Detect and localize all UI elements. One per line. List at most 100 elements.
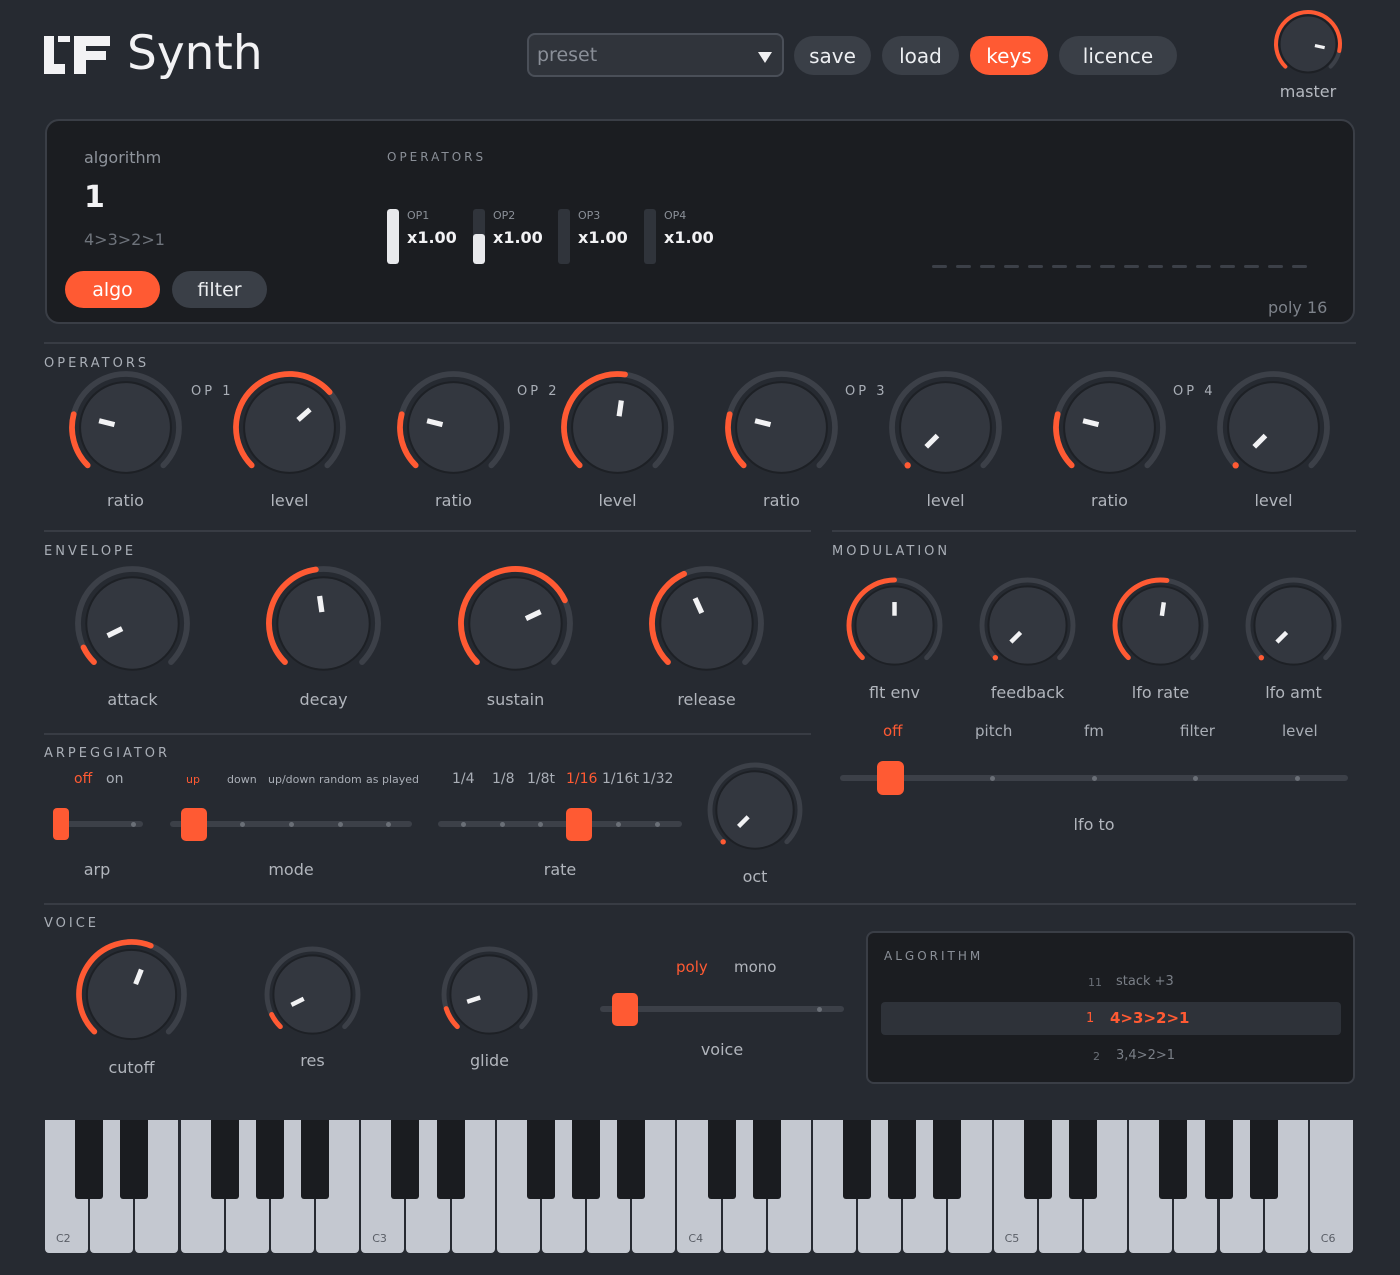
black-key[interactable] — [1249, 1120, 1278, 1199]
mode-option-down[interactable]: down — [227, 773, 257, 786]
lfo-amt-knob-dial[interactable] — [1244, 576, 1343, 675]
piano-keyboard[interactable]: C2 C3 C4 C5 C6 — [44, 1120, 1354, 1253]
sustain-knob-dial[interactable] — [457, 565, 574, 682]
attack-knob[interactable] — [74, 565, 191, 682]
cutoff-knob[interactable] — [75, 938, 188, 1051]
op4-level-knob[interactable] — [1216, 370, 1331, 485]
tab-filter[interactable]: filter — [172, 271, 267, 308]
res-knob-dial[interactable] — [263, 945, 362, 1044]
rate-option-1-8[interactable]: 1/8 — [492, 771, 515, 787]
oct-knob[interactable] — [706, 761, 804, 859]
glide-knob-dial[interactable] — [440, 945, 539, 1044]
algo-item-route[interactable]: stack +3 — [1116, 974, 1174, 989]
black-key[interactable] — [843, 1120, 872, 1199]
op1-ratio-knob[interactable] — [68, 370, 183, 485]
op4-ratio-knob-dial[interactable] — [1052, 370, 1167, 485]
op1-ratio-knob-dial[interactable] — [68, 370, 183, 485]
rate-option-1-32[interactable]: 1/32 — [642, 771, 673, 787]
op2-level-knob-dial[interactable] — [560, 370, 675, 485]
black-key[interactable] — [391, 1120, 420, 1199]
glide-knob[interactable] — [440, 945, 539, 1044]
mode-option-up[interactable]: up — [186, 773, 200, 786]
master-knob[interactable] — [1272, 8, 1344, 80]
black-key[interactable] — [1023, 1120, 1052, 1199]
op3-level-knob-dial[interactable] — [888, 370, 1003, 485]
mode-option-as-played[interactable]: as played — [366, 773, 419, 786]
arp-option-off[interactable]: off — [74, 771, 92, 787]
op4-level-knob-dial[interactable] — [1216, 370, 1331, 485]
keys-button[interactable]: keys — [970, 36, 1048, 75]
op2-ratio-knob-dial[interactable] — [396, 370, 511, 485]
mode-slider-handle[interactable] — [181, 808, 207, 841]
black-key[interactable] — [752, 1120, 781, 1199]
voice-option-mono[interactable]: mono — [734, 958, 776, 976]
licence-button[interactable]: licence — [1059, 36, 1177, 75]
mode-option-random[interactable]: random — [319, 773, 362, 786]
black-key[interactable] — [120, 1120, 149, 1199]
black-key[interactable] — [301, 1120, 329, 1199]
decay-knob[interactable] — [265, 565, 382, 682]
black-key[interactable] — [436, 1120, 465, 1199]
black-key[interactable] — [933, 1120, 962, 1199]
master-knob-dial[interactable] — [1272, 8, 1344, 80]
cutoff-knob-dial[interactable] — [75, 938, 188, 1051]
algo-item-route[interactable]: 3,4>2>1 — [1116, 1048, 1175, 1063]
black-key[interactable] — [75, 1120, 104, 1199]
res-knob[interactable] — [263, 945, 362, 1044]
op1-level-knob-dial[interactable] — [232, 370, 347, 485]
op4-name: OP4 — [664, 209, 687, 222]
black-key[interactable] — [572, 1120, 601, 1199]
black-key[interactable] — [255, 1120, 284, 1199]
feedback-knob-dial[interactable] — [978, 576, 1077, 675]
rate-option-1-16[interactable]: 1/16 — [566, 771, 597, 787]
mode-option-up-down[interactable]: up/down — [268, 773, 315, 786]
lfo-to-slider-handle[interactable] — [877, 761, 904, 795]
attack-knob-dial[interactable] — [74, 565, 191, 682]
rate-slider-track[interactable] — [438, 821, 682, 827]
op2-ratio-knob[interactable] — [396, 370, 511, 485]
tab-algo[interactable]: algo — [65, 271, 160, 308]
lfo-amt-knob[interactable] — [1244, 576, 1343, 675]
lfo-rate-knob[interactable] — [1111, 576, 1210, 675]
release-knob[interactable] — [648, 565, 765, 682]
lfo-to-option-fm[interactable]: fm — [1084, 722, 1104, 740]
voice-slider-handle[interactable] — [612, 993, 638, 1026]
lfo-to-option-level[interactable]: level — [1282, 722, 1318, 740]
save-button[interactable]: save — [794, 36, 871, 75]
lfo-to-option-filter[interactable]: filter — [1180, 722, 1215, 740]
op1-level-knob[interactable] — [232, 370, 347, 485]
voice-slot — [1244, 265, 1259, 268]
black-key[interactable] — [1069, 1120, 1097, 1199]
black-key[interactable] — [1159, 1120, 1188, 1199]
decay-knob-dial[interactable] — [265, 565, 382, 682]
arp-option-on[interactable]: on — [106, 771, 123, 787]
oct-knob-dial[interactable] — [706, 761, 804, 859]
lfo-rate-knob-dial[interactable] — [1111, 576, 1210, 675]
arp-slider-handle[interactable] — [53, 808, 69, 840]
op2-level-knob[interactable] — [560, 370, 675, 485]
black-key[interactable] — [707, 1120, 736, 1199]
lfo-to-option-off[interactable]: off — [883, 722, 903, 740]
sustain-knob[interactable] — [457, 565, 574, 682]
black-key[interactable] — [617, 1120, 646, 1199]
rate-option-1-8t[interactable]: 1/8t — [527, 771, 555, 787]
op3-level-knob[interactable] — [888, 370, 1003, 485]
voice-option-poly[interactable]: poly — [676, 958, 708, 976]
rate-option-1-16t[interactable]: 1/16t — [602, 771, 639, 787]
black-key[interactable] — [1204, 1120, 1233, 1199]
flt-env-knob[interactable] — [845, 576, 944, 675]
feedback-knob[interactable] — [978, 576, 1077, 675]
black-key[interactable] — [210, 1120, 239, 1199]
rate-option-1-4[interactable]: 1/4 — [452, 771, 475, 787]
black-key[interactable] — [888, 1120, 917, 1199]
black-key[interactable] — [526, 1120, 555, 1199]
rate-slider-handle[interactable] — [566, 808, 592, 841]
op3-ratio-knob-dial[interactable] — [724, 370, 839, 485]
preset-dropdown[interactable]: preset — [527, 33, 784, 77]
flt-env-knob-dial[interactable] — [845, 576, 944, 675]
load-button[interactable]: load — [882, 36, 959, 75]
release-knob-dial[interactable] — [648, 565, 765, 682]
op4-ratio-knob[interactable] — [1052, 370, 1167, 485]
lfo-to-option-pitch[interactable]: pitch — [975, 722, 1012, 740]
op3-ratio-knob[interactable] — [724, 370, 839, 485]
